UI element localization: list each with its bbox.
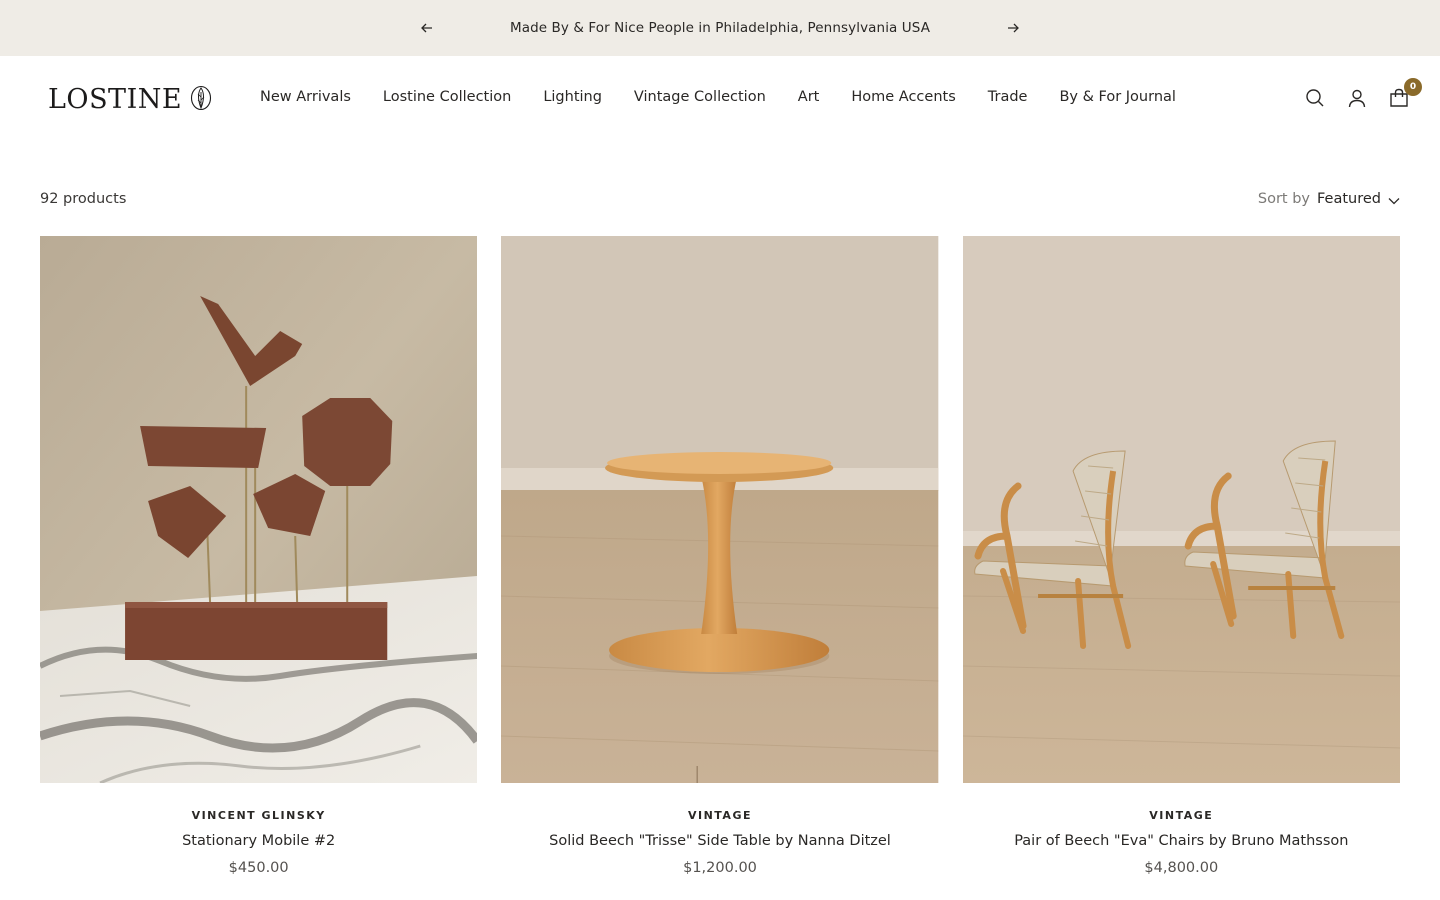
arrow-right-icon[interactable] (1004, 19, 1022, 37)
product-count: 92 products (40, 191, 127, 207)
product-image[interactable] (501, 236, 939, 783)
product-card[interactable]: VINTAGE Pair of Beech "Eva" Chairs by Br… (962, 236, 1400, 876)
nav-new-arrivals[interactable]: New Arrivals (260, 89, 351, 105)
site-header: LOSTINE New Arrivals Lostine Collection … (0, 56, 1440, 144)
collection-toolbar: 92 products Sort by Featured (40, 188, 1400, 210)
nav-lighting[interactable]: Lighting (543, 89, 602, 105)
product-image[interactable] (40, 236, 478, 783)
product-vendor: VINTAGE (687, 809, 752, 822)
product-price: $1,200.00 (683, 860, 757, 876)
nav-home-accents[interactable]: Home Accents (851, 89, 955, 105)
account-icon[interactable] (1346, 87, 1368, 109)
announcement-bar: Made By & For Nice People in Philadelphi… (0, 0, 1440, 56)
nav-lostine-collection[interactable]: Lostine Collection (383, 89, 511, 105)
product-meta: VINCENT GLINSKY Stationary Mobile #2 $45… (40, 783, 477, 876)
product-title[interactable]: Solid Beech "Trisse" Side Table by Nanna… (501, 833, 938, 849)
search-icon[interactable] (1304, 87, 1326, 109)
logo[interactable]: LOSTINE (48, 84, 212, 115)
nav-trade[interactable]: Trade (988, 89, 1028, 105)
nav-journal[interactable]: By & For Journal (1059, 89, 1175, 105)
product-card[interactable]: VINTAGE Solid Beech "Trisse" Side Table … (501, 236, 939, 876)
arrow-left-icon[interactable] (418, 19, 436, 37)
product-meta: VINTAGE Pair of Beech "Eva" Chairs by Br… (963, 783, 1400, 876)
leaf-logo-icon (190, 85, 212, 115)
sort-label: Sort by (1257, 191, 1310, 207)
product-vendor: VINTAGE (1149, 809, 1214, 822)
product-title[interactable]: Stationary Mobile #2 (40, 833, 477, 849)
product-image[interactable] (962, 236, 1400, 783)
announcement-message: Made By & For Nice People in Philadelphi… (509, 20, 931, 36)
cart-icon[interactable]: 0 (1388, 78, 1422, 109)
sort-dropdown[interactable]: Sort by Featured (1258, 190, 1400, 209)
cart-count-badge: 0 (1404, 78, 1422, 96)
nav-vintage-collection[interactable]: Vintage Collection (634, 89, 766, 105)
product-title[interactable]: Pair of Beech "Eva" Chairs by Bruno Math… (963, 833, 1400, 849)
chevron-down-icon (1388, 190, 1400, 209)
product-meta: VINTAGE Solid Beech "Trisse" Side Table … (501, 783, 938, 876)
logo-text: LOSTINE (48, 84, 183, 115)
product-vendor: VINCENT GLINSKY (191, 809, 326, 822)
header-actions: 0 (1304, 78, 1422, 109)
main-nav: New Arrivals Lostine Collection Lighting… (260, 89, 1176, 105)
product-card[interactable]: VINCENT GLINSKY Stationary Mobile #2 $45… (40, 236, 478, 876)
product-price: $4,800.00 (1144, 860, 1219, 876)
product-grid: VINCENT GLINSKY Stationary Mobile #2 $45… (40, 236, 1400, 876)
sort-value: Featured (1317, 191, 1381, 207)
product-price: $450.00 (228, 860, 289, 876)
nav-art[interactable]: Art (798, 89, 820, 105)
